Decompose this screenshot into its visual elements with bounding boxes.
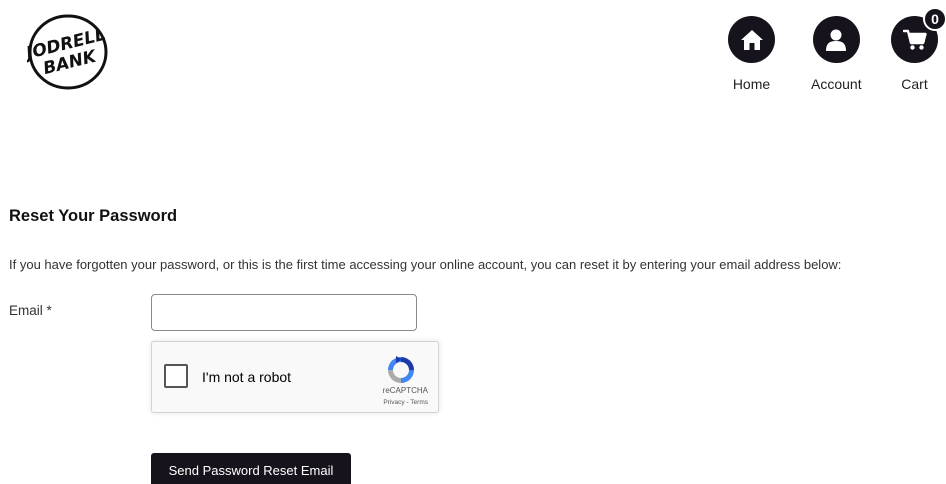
recaptcha-label: I'm not a robot <box>202 369 292 385</box>
nav-account-label: Account <box>811 76 862 92</box>
page-title: Reset Your Password <box>9 207 178 225</box>
home-icon <box>740 29 763 50</box>
send-reset-email-button[interactable]: Send Password Reset Email <box>151 453 351 484</box>
page: JODRELL BANK Home Account 0 Cart Reset Y… <box>0 0 946 484</box>
recaptcha-links[interactable]: Privacy - Terms <box>383 399 428 406</box>
nav-home[interactable]: Home <box>728 16 775 92</box>
nav-cart[interactable]: 0 Cart <box>891 7 946 92</box>
recaptcha-widget: I'm not a robot reCAPTCHA Privacy - Term… <box>151 341 439 413</box>
recaptcha-checkbox[interactable] <box>164 364 188 388</box>
nav-account[interactable]: Account <box>811 16 862 92</box>
cart-count-badge: 0 <box>923 7 946 31</box>
account-button[interactable] <box>812 16 860 63</box>
nav-home-label: Home <box>732 76 771 92</box>
cart-icon <box>902 29 927 50</box>
logo-graphic: JODRELL BANK <box>21 14 108 90</box>
recaptcha-logo-icon <box>388 356 414 383</box>
nav-cart-label: Cart <box>901 76 928 92</box>
home-button[interactable] <box>728 16 775 63</box>
email-field[interactable] <box>151 294 417 331</box>
jodrell-bank-logo[interactable]: JODRELL BANK <box>21 13 109 91</box>
cart-button[interactable]: 0 <box>891 7 946 63</box>
email-label: Email * <box>9 303 52 318</box>
user-icon <box>826 29 847 51</box>
intro-text: If you have forgotten your password, or … <box>9 257 842 272</box>
recaptcha-brand: reCAPTCHA <box>382 386 428 395</box>
